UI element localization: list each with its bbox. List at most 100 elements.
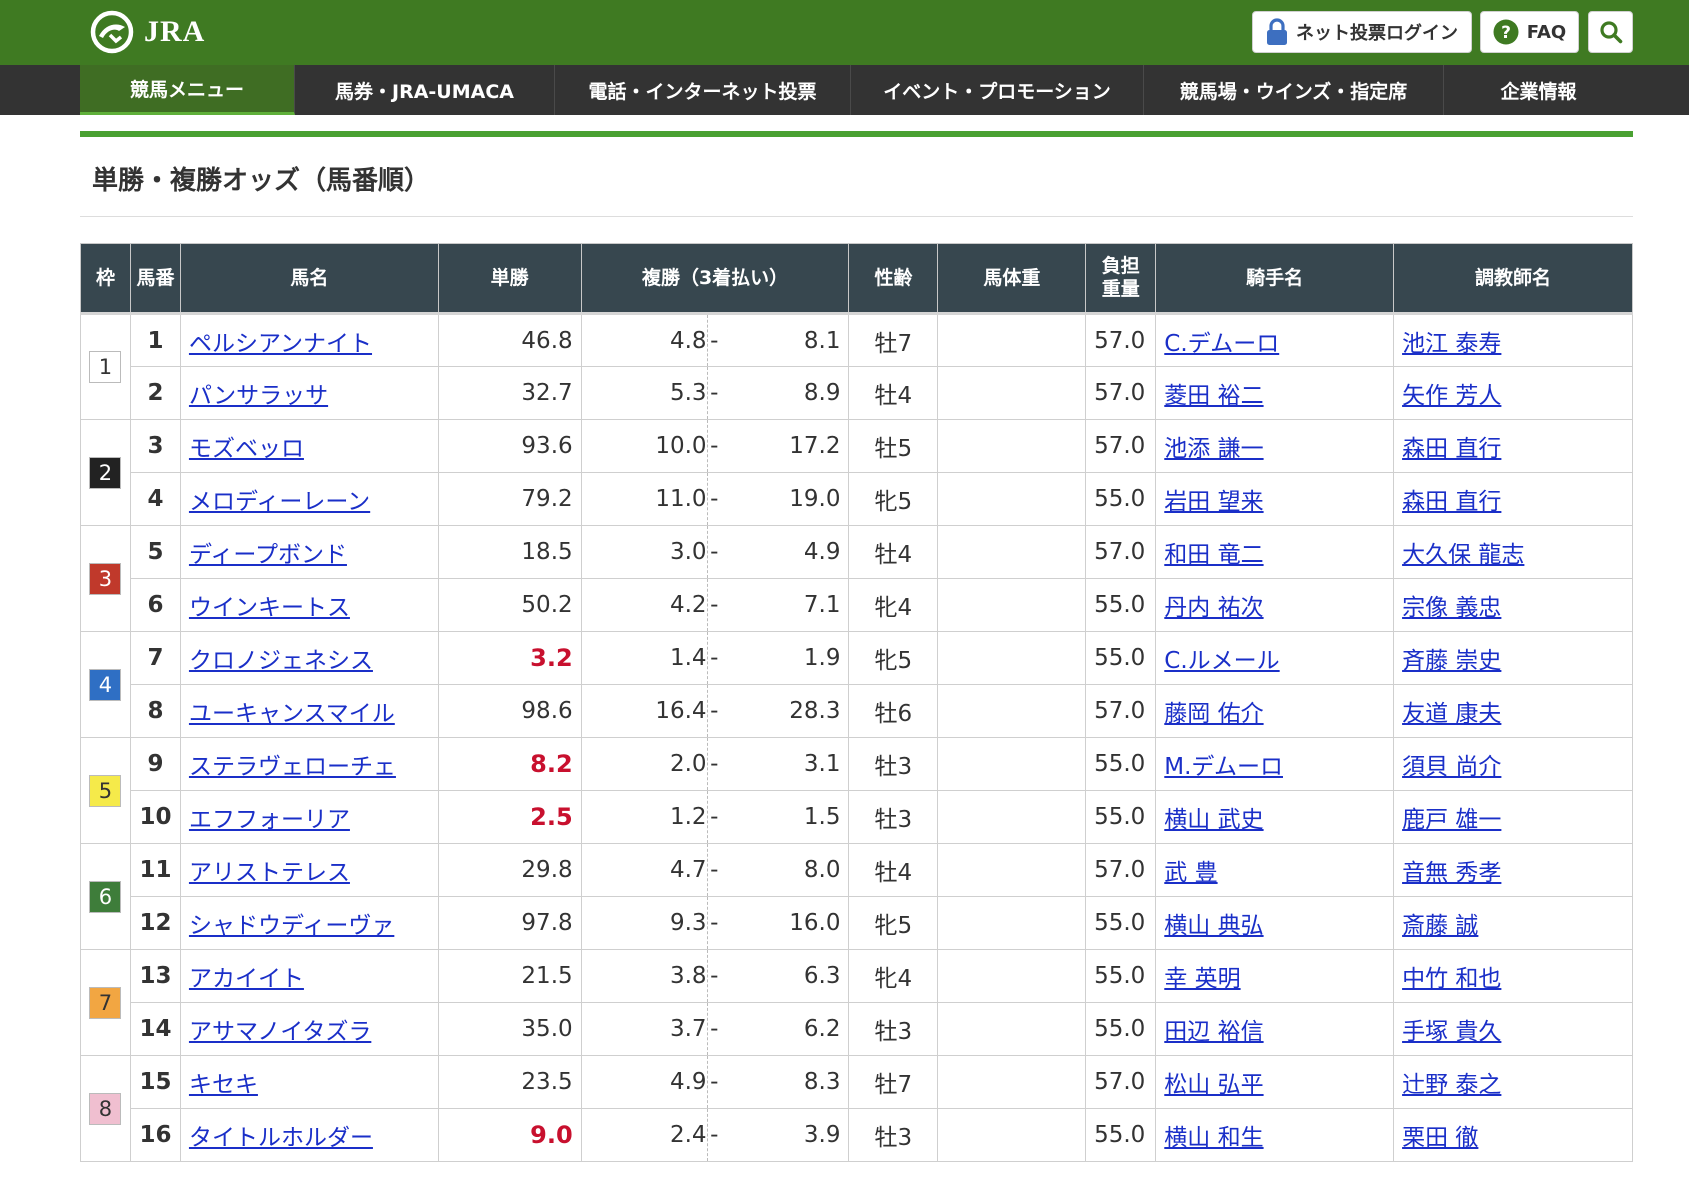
fuku-max-odds: 3.9 — [721, 1108, 850, 1162]
jockey-link[interactable]: 田辺 裕信 — [1164, 1019, 1263, 1045]
jockey-link[interactable]: 池添 謙一 — [1164, 436, 1263, 462]
header-sex-age: 性齢 — [848, 243, 939, 315]
umaban-cell: 11 — [129, 843, 181, 897]
trainer-link[interactable]: 須貝 尚介 — [1402, 754, 1501, 780]
trainer-link[interactable]: 森田 直行 — [1402, 436, 1501, 462]
jockey-link[interactable]: 横山 和生 — [1164, 1125, 1263, 1151]
tan-odds-cell: 50.2 — [437, 578, 582, 632]
horse-name-link[interactable]: モズベッロ — [189, 436, 304, 462]
umaban-cell: 12 — [129, 896, 181, 950]
jockey-link[interactable]: C.デムーロ — [1164, 331, 1279, 357]
trainer-link[interactable]: 中竹 和也 — [1402, 966, 1501, 992]
header-name: 馬名 — [179, 243, 439, 315]
body-weight-cell — [937, 684, 1087, 738]
global-nav: 競馬メニュー 馬券・JRA-UMACA 電話・インターネット投票 イベント・プロ… — [0, 65, 1689, 115]
horse-name-cell: エフフォーリア — [179, 790, 439, 844]
jockey-link[interactable]: M.デムーロ — [1164, 754, 1283, 780]
net-vote-login-button[interactable]: ネット投票ログイン — [1252, 11, 1472, 53]
nav-phone-internet-vote[interactable]: 電話・インターネット投票 — [555, 65, 851, 115]
horse-name-link[interactable]: ステラヴェローチェ — [189, 754, 396, 780]
trainer-link[interactable]: 鹿戸 雄一 — [1402, 807, 1501, 833]
jockey-link[interactable]: 岩田 望来 — [1164, 489, 1263, 515]
sex-age-cell: 牝4 — [848, 578, 939, 632]
jockey-link[interactable]: 幸 英明 — [1164, 966, 1240, 992]
tan-odds-cell: 2.5 — [437, 790, 582, 844]
body-weight-cell — [937, 366, 1087, 420]
trainer-cell: 鹿戸 雄一 — [1393, 790, 1633, 844]
sex-age-cell: 牡4 — [848, 525, 939, 579]
jra-logo[interactable]: JRA — [88, 8, 205, 56]
umaban-cell: 13 — [129, 949, 181, 1003]
fuku-max-odds: 17.2 — [721, 419, 850, 473]
sex-age-cell: 牝5 — [848, 631, 939, 685]
horse-name-link[interactable]: アリストテレス — [189, 860, 350, 886]
umaban-cell: 16 — [129, 1108, 181, 1162]
trainer-link[interactable]: 池江 泰寿 — [1402, 331, 1501, 357]
jockey-link[interactable]: 菱田 裕二 — [1164, 383, 1263, 409]
jockey-link[interactable]: 藤岡 佑介 — [1164, 701, 1263, 727]
horse-name-link[interactable]: タイトルホルダー — [189, 1125, 373, 1151]
faq-button[interactable]: ? FAQ — [1480, 11, 1579, 53]
jockey-link[interactable]: 横山 武史 — [1164, 807, 1263, 833]
header-weight: 負担 重量 — [1085, 243, 1157, 315]
trainer-link[interactable]: 矢作 芳人 — [1402, 383, 1501, 409]
horse-name-link[interactable]: パンサラッサ — [189, 383, 328, 409]
fuku-max-odds: 3.1 — [721, 737, 850, 791]
horse-name-link[interactable]: ユーキャンスマイル — [189, 701, 395, 727]
tan-odds-cell: 79.2 — [437, 472, 582, 526]
search-button[interactable] — [1588, 11, 1633, 53]
horse-name-link[interactable]: クロノジェネシス — [189, 648, 373, 674]
trainer-link[interactable]: 大久保 龍志 — [1402, 542, 1524, 568]
table-row: 10 エフフォーリア 2.5 1.2-1.5 牡3 55.0 横山 武史 鹿戸 雄一 — [81, 790, 1633, 844]
horse-name-link[interactable]: ペルシアンナイト — [189, 331, 372, 357]
trainer-link[interactable]: 手塚 貴久 — [1402, 1019, 1501, 1045]
horse-name-link[interactable]: ディープボンド — [189, 542, 347, 568]
jockey-link[interactable]: 横山 典弘 — [1164, 913, 1263, 939]
sex-age-cell: 牡3 — [848, 790, 939, 844]
fuku-min-odds: 1.4 — [580, 631, 708, 685]
trainer-link[interactable]: 音無 秀孝 — [1402, 860, 1501, 886]
waku-cell: 6 — [80, 843, 131, 950]
weight-cell: 55.0 — [1085, 896, 1157, 950]
horse-name-cell: ディープボンド — [179, 525, 439, 579]
svg-text:?: ? — [1501, 23, 1511, 43]
nav-corporate-info[interactable]: 企業情報 — [1444, 65, 1633, 115]
jockey-link[interactable]: 松山 弘平 — [1164, 1072, 1263, 1098]
fuku-min-odds: 9.3 — [580, 896, 708, 950]
trainer-link[interactable]: 栗田 徹 — [1402, 1125, 1478, 1151]
trainer-link[interactable]: 友道 康夫 — [1402, 701, 1501, 727]
fuku-min-odds: 5.3 — [580, 366, 708, 420]
header-tan: 単勝 — [437, 243, 582, 315]
umaban-cell: 5 — [129, 525, 181, 579]
nav-keiba-menu[interactable]: 競馬メニュー — [80, 65, 295, 115]
horse-name-link[interactable]: アサマノイタズラ — [189, 1019, 371, 1045]
waku-cell: 7 — [80, 949, 131, 1056]
trainer-link[interactable]: 斉藤 崇史 — [1402, 648, 1501, 674]
horse-name-link[interactable]: アカイイト — [189, 966, 304, 992]
nav-baken-umaca[interactable]: 馬券・JRA-UMACA — [295, 65, 555, 115]
horse-name-link[interactable]: エフフォーリア — [189, 807, 350, 833]
horse-name-link[interactable]: キセキ — [189, 1072, 258, 1098]
horse-name-link[interactable]: メロディーレーン — [189, 489, 370, 515]
jockey-link[interactable]: 丹内 祐次 — [1164, 595, 1263, 621]
nav-event-promotion[interactable]: イベント・プロモーション — [851, 65, 1144, 115]
trainer-link[interactable]: 辻野 泰之 — [1402, 1072, 1501, 1098]
jockey-link[interactable]: C.ルメール — [1164, 648, 1279, 674]
trainer-link[interactable]: 斎藤 誠 — [1402, 913, 1478, 939]
sex-age-cell: 牡4 — [848, 366, 939, 420]
umaban-cell: 1 — [129, 313, 181, 367]
tan-odds-cell: 3.2 — [437, 631, 582, 685]
trainer-cell: 池江 泰寿 — [1393, 313, 1633, 367]
nav-racecourse-wins[interactable]: 競馬場・ウインズ・指定席 — [1144, 65, 1444, 115]
trainer-cell: 宗像 義忠 — [1393, 578, 1633, 632]
horse-name-link[interactable]: シャドウディーヴァ — [189, 913, 394, 939]
trainer-link[interactable]: 森田 直行 — [1402, 489, 1501, 515]
horse-name-link[interactable]: ウインキートス — [189, 595, 350, 621]
tan-odds-cell: 93.6 — [437, 419, 582, 473]
jockey-link[interactable]: 和田 竜二 — [1164, 542, 1263, 568]
body-weight-cell — [937, 896, 1087, 950]
trainer-link[interactable]: 宗像 義忠 — [1402, 595, 1501, 621]
jockey-link[interactable]: 武 豊 — [1164, 860, 1217, 886]
fuku-min-odds: 2.4 — [580, 1108, 708, 1162]
weight-cell: 55.0 — [1085, 472, 1157, 526]
